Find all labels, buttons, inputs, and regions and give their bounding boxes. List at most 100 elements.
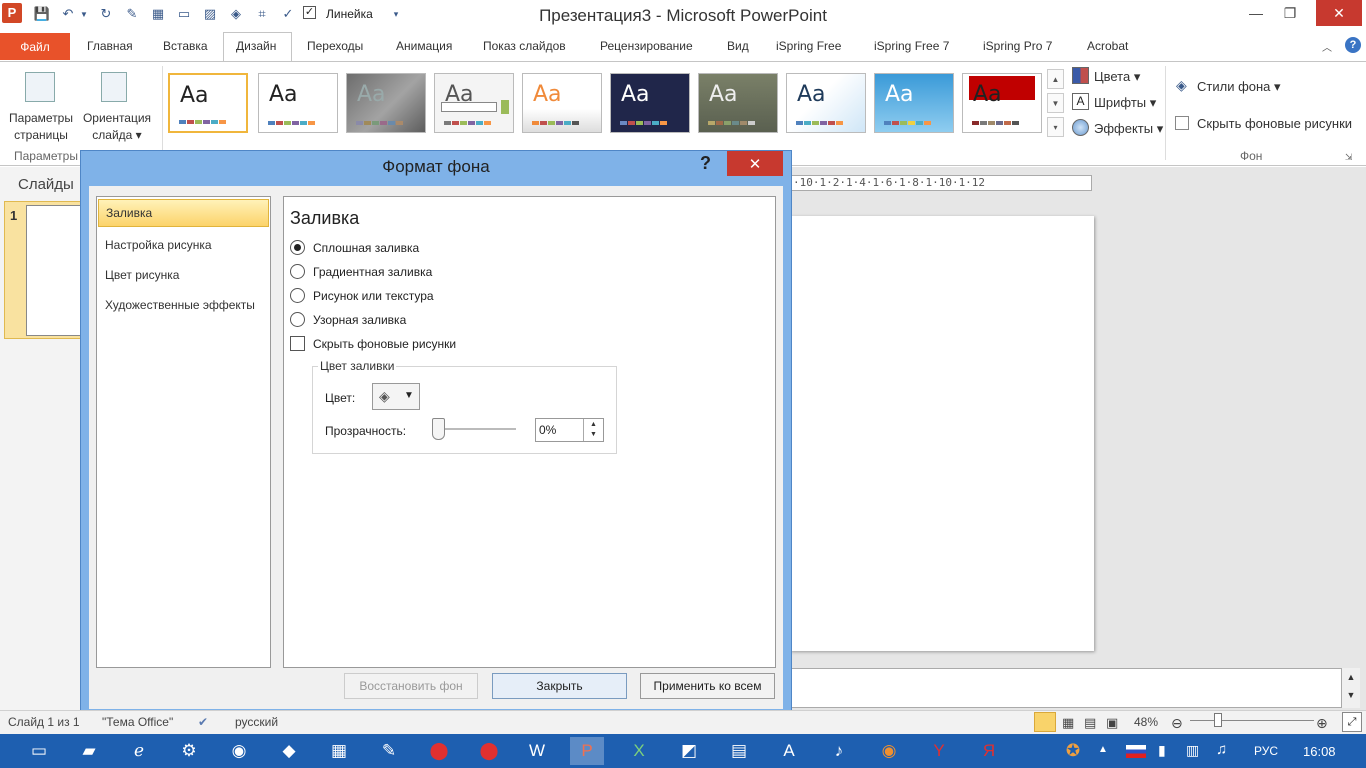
spin-down-icon[interactable]: ▼ xyxy=(590,430,597,440)
tab-insert[interactable]: Вставка xyxy=(163,39,208,53)
dialog-help-icon[interactable]: ? xyxy=(700,153,711,174)
zoom-slider-thumb[interactable] xyxy=(1214,713,1222,727)
tab-design[interactable]: Дизайн xyxy=(236,39,276,53)
file-explorer-icon[interactable]: ▰ xyxy=(72,737,106,765)
language-indicator[interactable]: русский xyxy=(235,715,278,729)
reset-background-button[interactable]: Восстановить фон xyxy=(344,673,478,699)
desktop-icon[interactable]: ▭ xyxy=(22,737,56,765)
normal-view-icon[interactable] xyxy=(1034,712,1056,732)
word-icon[interactable]: W xyxy=(520,737,554,765)
tab-ispring-pro-7[interactable]: iSpring Pro 7 xyxy=(983,39,1052,53)
theme-7[interactable]: Aa xyxy=(698,73,778,133)
theme-4[interactable]: Aa xyxy=(434,73,514,133)
chrome-icon[interactable]: ◉ xyxy=(222,737,256,765)
fonts-button[interactable]: Шрифты ▾ xyxy=(1094,95,1156,111)
nav-item-picture-color[interactable]: Цвет рисунка xyxy=(98,261,269,289)
firefox-icon[interactable]: ◉ xyxy=(872,737,906,765)
gallery-scroll-down-icon[interactable]: ▼ xyxy=(1047,93,1064,113)
zoom-slider-track[interactable] xyxy=(1190,720,1314,721)
app-icon-5[interactable]: ◆ xyxy=(272,737,306,765)
fonts-icon[interactable]: A xyxy=(1072,93,1089,110)
theme-8[interactable]: Aa xyxy=(786,73,866,133)
theme-6[interactable]: Aa xyxy=(610,73,690,133)
transparency-spinner[interactable]: ▲ ▼ xyxy=(583,419,603,441)
keyboard-language[interactable]: РУС xyxy=(1254,744,1278,758)
editor-icon[interactable]: ✎ xyxy=(372,737,406,765)
nav-item-picture-corrections[interactable]: Настройка рисунка xyxy=(98,231,269,259)
yandex-browser-icon[interactable]: Y xyxy=(922,737,956,765)
calculator-icon[interactable]: ▦ xyxy=(322,737,356,765)
effects-button[interactable]: Эффекты ▾ xyxy=(1094,121,1163,137)
tab-home[interactable]: Главная xyxy=(87,39,133,53)
colors-icon[interactable] xyxy=(1072,67,1089,84)
tray-expand-icon[interactable]: ▲ xyxy=(1098,744,1108,755)
nav-item-artistic-effects[interactable]: Художественные эффекты xyxy=(98,291,269,319)
zoom-level[interactable]: 48% xyxy=(1134,715,1158,729)
tab-animation[interactable]: Анимация xyxy=(396,39,452,53)
media-icon[interactable]: ♪ xyxy=(822,737,856,765)
notes-scrollbar[interactable]: ▲ ▼ xyxy=(1342,668,1360,708)
internet-explorer-icon[interactable]: ℯ xyxy=(122,737,156,765)
slide-show-view-icon[interactable]: ▣ xyxy=(1106,715,1118,731)
gallery-scroll-up-icon[interactable]: ▲ xyxy=(1047,69,1064,89)
hide-background-graphics-dialog-checkbox[interactable] xyxy=(290,336,305,351)
colors-button[interactable]: Цвета ▾ xyxy=(1094,69,1140,85)
spin-up-icon[interactable]: ▲ xyxy=(590,420,597,430)
tab-ispring-free-7[interactable]: iSpring Free 7 xyxy=(874,39,949,53)
color-picker-button[interactable]: ◈ ▼ xyxy=(372,383,420,410)
notification-badge-icon[interactable]: ✪ xyxy=(1056,737,1090,765)
dialog-close-icon[interactable]: ✕ xyxy=(727,151,783,176)
apply-to-all-button[interactable]: Применить ко всем xyxy=(640,673,775,699)
theme-3[interactable]: Aa xyxy=(346,73,426,133)
ribbon-collapse-icon[interactable]: ︿ xyxy=(1322,39,1332,54)
notes-pane[interactable] xyxy=(790,668,1342,708)
tab-ispring-free[interactable]: iSpring Free xyxy=(776,39,841,53)
proofing-icon[interactable]: ✔ xyxy=(198,715,208,729)
gradient-fill-radio[interactable] xyxy=(290,264,305,279)
solid-fill-radio[interactable] xyxy=(290,240,305,255)
theme-5[interactable]: Aa xyxy=(522,73,602,133)
effects-icon[interactable] xyxy=(1072,119,1089,136)
opera-2-icon[interactable]: ⬤ xyxy=(472,737,506,765)
scroll-up-icon[interactable]: ▲ xyxy=(1342,668,1360,686)
russian-flag-icon[interactable] xyxy=(1126,745,1146,758)
volume-icon[interactable]: ♫ xyxy=(1216,741,1227,758)
slide-sorter-view-icon[interactable]: ▦ xyxy=(1062,715,1074,731)
pattern-fill-radio[interactable] xyxy=(290,312,305,327)
page-setup-icon[interactable] xyxy=(25,72,55,102)
tab-view[interactable]: Вид xyxy=(727,39,749,53)
theme-office[interactable]: Aa xyxy=(168,73,248,133)
theme-9[interactable]: Aa xyxy=(874,73,954,133)
powerpoint-taskbar-icon[interactable]: P xyxy=(570,737,604,765)
help-icon[interactable]: ? xyxy=(1345,37,1361,53)
chart-app-icon[interactable]: ◩ xyxy=(672,737,706,765)
tab-transitions[interactable]: Переходы xyxy=(307,39,363,53)
excel-icon[interactable]: X xyxy=(622,737,656,765)
notepad-icon[interactable]: ▤ xyxy=(722,737,756,765)
slide-orientation-icon[interactable] xyxy=(101,72,127,102)
page-setup-button[interactable]: Параметры страницы xyxy=(0,110,82,144)
zoom-out-icon[interactable]: ⊖ xyxy=(1171,715,1183,732)
yandex-icon[interactable]: Я xyxy=(972,737,1006,765)
theme-10[interactable]: Aa xyxy=(962,73,1042,133)
theme-2[interactable]: Aa xyxy=(258,73,338,133)
slide-canvas[interactable] xyxy=(790,216,1094,651)
zoom-in-icon[interactable]: ⊕ xyxy=(1316,715,1328,732)
reading-view-icon[interactable]: ▤ xyxy=(1084,715,1096,731)
background-styles-icon[interactable]: ◈ xyxy=(1176,77,1187,94)
network-icon[interactable]: ▥ xyxy=(1186,742,1199,759)
background-styles-button[interactable]: Стили фона ▾ xyxy=(1197,79,1281,95)
close-button[interactable]: Закрыть xyxy=(492,673,627,699)
picture-texture-fill-radio[interactable] xyxy=(290,288,305,303)
opera-icon[interactable]: ⬤ xyxy=(422,737,456,765)
window-close-icon[interactable]: ✕ xyxy=(1316,0,1362,26)
fit-to-window-icon[interactable]: ⤢ xyxy=(1342,712,1362,732)
tab-acrobat[interactable]: Acrobat xyxy=(1087,39,1128,53)
tab-slideshow[interactable]: Показ слайдов xyxy=(483,39,566,53)
power-icon[interactable]: ▮ xyxy=(1158,742,1166,759)
gallery-more-icon[interactable]: ▾ xyxy=(1047,117,1064,137)
clock[interactable]: 16:08 xyxy=(1303,744,1336,759)
group-dialog-launcher-icon[interactable]: ⇲ xyxy=(1345,152,1353,163)
scroll-down-icon[interactable]: ▼ xyxy=(1342,686,1360,704)
settings-icon[interactable]: ⚙ xyxy=(172,737,206,765)
